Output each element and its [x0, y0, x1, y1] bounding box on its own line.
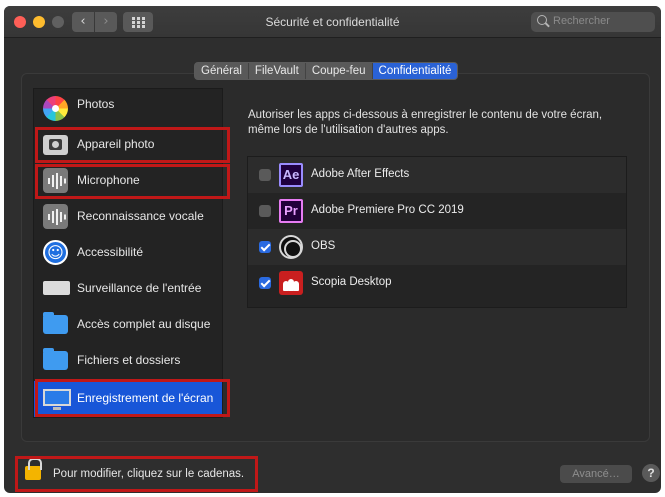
help-button[interactable]: ? [642, 464, 660, 482]
sidebar-item-files-and-folders[interactable]: Fichiers et dossiers [34, 343, 222, 379]
sidebar-item-screen-recording[interactable]: Enregistrement de l'écran [34, 381, 222, 417]
app-name: Adobe Premiere Pro CC 2019 [311, 204, 464, 216]
sidebar-item-label: Surveillance de l'entrée [77, 281, 202, 295]
folder-icon [43, 348, 68, 370]
tab-general[interactable]: Général [195, 63, 249, 79]
search-placeholder[interactable]: Rechercher [553, 15, 610, 27]
sidebar-item-microphone[interactable]: Microphone [34, 163, 222, 199]
sidebar-item-accessibility[interactable]: Accessibilité [34, 235, 222, 271]
advanced-button[interactable]: Avancé… [560, 465, 632, 483]
sidebar-item-label: Enregistrement de l'écran [77, 391, 214, 405]
tab-privacy[interactable]: Confidentialité [372, 63, 458, 79]
after-effects-icon: Ae [279, 163, 303, 187]
app-name: OBS [311, 240, 336, 252]
lock-hint: Pour modifier, cliquez sur le cadenas. [53, 468, 245, 480]
lock-icon [25, 458, 42, 480]
app-checkbox[interactable] [259, 277, 271, 289]
keyboard-icon [43, 281, 70, 295]
app-checkbox[interactable] [259, 205, 271, 217]
obs-icon [279, 235, 303, 259]
search-icon [537, 15, 547, 25]
sidebar-item-label: Fichiers et dossiers [77, 353, 181, 367]
camera-icon [43, 135, 68, 155]
microphone-icon [43, 168, 68, 193]
speech-recognition-icon [43, 204, 68, 229]
sidebar-item-photos[interactable]: Photos [34, 91, 222, 127]
lock-button[interactable]: Pour modifier, cliquez sur le cadenas. [15, 456, 258, 492]
accessibility-icon [43, 240, 68, 265]
app-list[interactable]: Ae Adobe After Effects Pr Adobe Premiere… [247, 156, 627, 308]
sidebar-item-label: Accessibilité [77, 245, 144, 259]
sidebar-item-label: Photos [77, 97, 115, 111]
premiere-pro-icon: Pr [279, 199, 303, 223]
title-bar: ‹ › Sécurité et confidentialité Recherch… [4, 6, 661, 38]
sidebar-item-label: Reconnaissance vocale [77, 209, 204, 223]
scopia-icon [279, 271, 303, 295]
app-row-premiere-pro[interactable]: Pr Adobe Premiere Pro CC 2019 [248, 193, 626, 229]
app-checkbox[interactable] [259, 169, 271, 181]
app-row-after-effects[interactable]: Ae Adobe After Effects [248, 157, 626, 193]
screen-recording-description: Autoriser les apps ci-dessous à enregist… [248, 109, 603, 136]
folder-icon [43, 312, 68, 334]
app-row-scopia[interactable]: Scopia Desktop [248, 265, 626, 301]
tab-filevault[interactable]: FileVault [249, 63, 306, 79]
sidebar-item-full-disk-access[interactable]: Accès complet au disque [34, 307, 222, 343]
privacy-category-list[interactable]: Photos Appareil photo Microphone Reconna… [33, 88, 223, 418]
app-checkbox[interactable] [259, 241, 271, 253]
sidebar-item-label: Microphone [77, 173, 140, 187]
sidebar-item-camera[interactable]: Appareil photo [34, 127, 222, 163]
sidebar-item-speech-recognition[interactable]: Reconnaissance vocale [34, 199, 222, 235]
sidebar-item-label: Accès complet au disque [77, 317, 211, 331]
app-row-obs[interactable]: OBS [248, 229, 626, 265]
photos-icon [43, 96, 68, 121]
app-name: Scopia Desktop [311, 276, 392, 288]
search-field[interactable]: Rechercher [531, 12, 655, 32]
sidebar-item-input-monitoring[interactable]: Surveillance de l'entrée [34, 271, 222, 307]
tab-bar: Général FileVault Coupe-feu Confidential… [194, 62, 459, 80]
tab-firewall[interactable]: Coupe-feu [306, 63, 373, 79]
app-name: Adobe After Effects [311, 168, 410, 180]
sidebar-item-label: Appareil photo [77, 137, 155, 151]
screen-icon [43, 389, 71, 410]
